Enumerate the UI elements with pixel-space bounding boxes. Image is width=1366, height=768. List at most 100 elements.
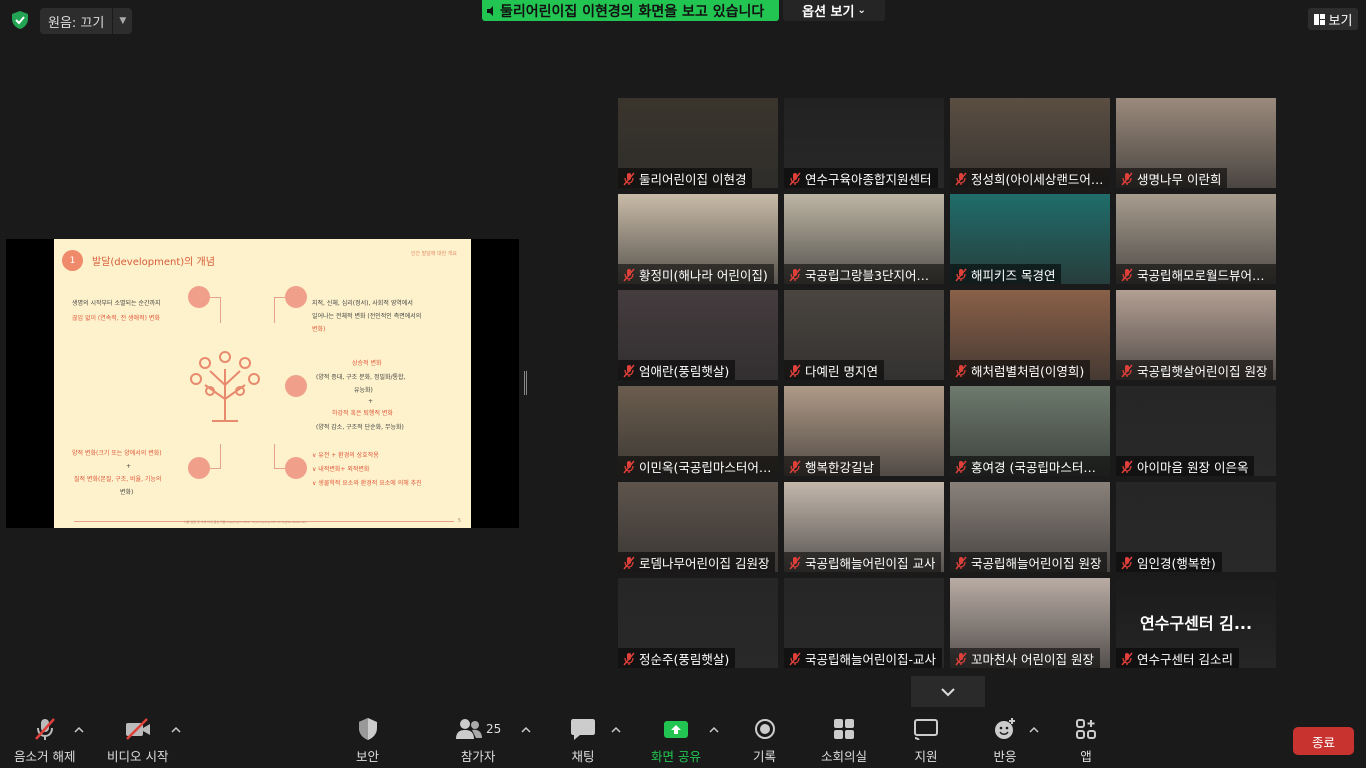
participant-tile[interactable]: 임인경(행복한): [1116, 482, 1276, 572]
slide-tag: 인간 발달에 대한 개요: [410, 251, 457, 257]
mic-muted-icon: [622, 363, 636, 378]
participant-namebar: 황정미(해나라 어린이집): [618, 264, 774, 284]
resize-handle[interactable]: [524, 371, 527, 395]
mic-muted-icon: [622, 555, 636, 570]
participant-namebar: 연수구센터 김소리: [1116, 648, 1239, 668]
participant-tile[interactable]: 엄애란(풍림햇살): [618, 290, 778, 380]
participant-tile[interactable]: 연수구육아종합지원센터: [784, 98, 944, 188]
mic-muted-icon: [954, 171, 968, 186]
apps-button[interactable]: 앱: [1075, 716, 1097, 765]
slide-text: 일어나는 전체적 변화 (전인적인 측면에서의: [312, 313, 422, 320]
chevron-down-icon[interactable]: ▼: [112, 8, 132, 34]
slide-text: 끊임 없이 (연속적, 전 생애적) 변화: [72, 315, 160, 322]
participant-tile[interactable]: 국공립해늘어린이집-교사: [784, 578, 944, 668]
participant-tile[interactable]: 해피키즈 목경연: [950, 194, 1110, 284]
view-options-button[interactable]: 옵션 보기 ⌄: [783, 0, 885, 21]
participant-namebar: 행복한강길남: [784, 456, 881, 476]
participant-tile[interactable]: 이민옥(국공립마스터어린이집): [618, 386, 778, 476]
mic-muted-icon: [788, 459, 802, 474]
participant-tile[interactable]: 정성희(아이세상랜드어린이집): [950, 98, 1110, 188]
view-layout-button[interactable]: 보기: [1308, 8, 1358, 30]
share-options-caret[interactable]: [709, 726, 719, 734]
camera-off-icon: [123, 716, 153, 742]
participant-name: 국공립해모로월드뷰어린이집: [1137, 267, 1270, 283]
slide-connector: [210, 297, 220, 298]
chat-icon: [570, 716, 596, 742]
participant-namebar: 국공립햇살어린이집 원장: [1116, 360, 1274, 380]
record-label: 기록: [753, 749, 777, 764]
participant-tile[interactable]: 황정미(해나라 어린이집): [618, 194, 778, 284]
unmute-button[interactable]: 음소거 해제: [14, 716, 75, 765]
chat-options-caret[interactable]: [611, 726, 621, 734]
participant-tile[interactable]: 아이마음 원장 이은옥: [1116, 386, 1276, 476]
slide-connector: [220, 297, 221, 323]
participant-tile[interactable]: 로뎀나무어린이집 김원장: [618, 482, 778, 572]
participant-tile[interactable]: 국공립해늘어린이집 원장: [950, 482, 1110, 572]
participant-name: 국공립해늘어린이집 원장: [971, 555, 1102, 571]
slide-text: 유능화): [354, 387, 373, 394]
participants-options-caret[interactable]: [521, 726, 531, 734]
participant-name: 로뎀나무어린이집 김원장: [639, 555, 770, 571]
participant-namebar: 국공립해늘어린이집 교사: [784, 552, 942, 572]
participant-namebar: 홍여경 (국공립마스터어린이집): [950, 456, 1110, 476]
mic-muted-icon: [788, 267, 802, 282]
end-meeting-button[interactable]: 종료: [1293, 727, 1354, 755]
breakout-rooms-icon: [833, 716, 855, 742]
support-label: 지원: [914, 749, 938, 764]
participant-count: 25: [486, 722, 502, 736]
original-sound-toggle[interactable]: 원음: 끄기 ▼: [40, 8, 133, 34]
slide-connector: [274, 297, 275, 323]
participants-button[interactable]: 25 참가자: [455, 716, 501, 765]
video-options-caret[interactable]: [171, 726, 181, 734]
presentation-slide: 1 발달(development)의 개념 인간 발달에 대한 개요 생명의 시…: [54, 239, 471, 528]
slide-text: +: [126, 463, 132, 470]
mic-muted-icon: [622, 267, 636, 282]
participant-tile[interactable]: 해처럼별처럼(이영희): [950, 290, 1110, 380]
slide-text: 지적, 신체, 심리(정서), 사회적 영역에서: [312, 300, 413, 307]
participant-name: 이민옥(국공립마스터어린이집): [639, 459, 772, 475]
support-button[interactable]: 지원: [913, 716, 939, 765]
breakout-rooms-button[interactable]: 소회의실: [821, 716, 867, 765]
slide-text: 상승적 변화: [352, 360, 382, 367]
participant-tile[interactable]: 국공립그랑블3단지어린이집: [784, 194, 944, 284]
chat-button[interactable]: 채팅: [570, 716, 596, 765]
mic-muted-icon: [788, 363, 802, 378]
participant-tile[interactable]: 국공립해모로월드뷰어린이집: [1116, 194, 1276, 284]
mic-muted-icon: [1120, 267, 1134, 282]
shared-screen[interactable]: 1 발달(development)의 개념 인간 발달에 대한 개요 생명의 시…: [6, 239, 519, 528]
participant-tile[interactable]: 둘리어린이집 이현경: [618, 98, 778, 188]
apps-label: 앱: [1080, 749, 1092, 764]
participant-namebar: 국공립해늘어린이집-교사: [784, 648, 943, 668]
participant-tile[interactable]: 생명나무 이란희: [1116, 98, 1276, 188]
encryption-shield-icon[interactable]: [10, 10, 30, 30]
participant-tile[interactable]: 꼬마천사 어린이집 원장: [950, 578, 1110, 668]
reactions-button[interactable]: 반응: [993, 716, 1017, 765]
participant-tile[interactable]: 행복한강길남: [784, 386, 944, 476]
participant-name: 연수구육아종합지원센터: [805, 171, 932, 187]
mic-muted-icon: [622, 651, 636, 666]
mic-muted-icon: [32, 716, 58, 742]
security-button[interactable]: 보안: [356, 716, 379, 765]
participant-namebar: 아이마음 원장 이은옥: [1116, 456, 1255, 476]
chevron-down-icon: ⌄: [857, 5, 866, 16]
participant-namebar: 생명나무 이란희: [1116, 168, 1228, 188]
participant-tile[interactable]: 다예린 명지연: [784, 290, 944, 380]
participant-tile[interactable]: 정순주(풍림햇살): [618, 578, 778, 668]
participant-name: 황정미(해나라 어린이집): [639, 267, 768, 283]
gallery-next-page-button[interactable]: [911, 676, 985, 707]
participant-namebar: 국공립해모로월드뷰어린이집: [1116, 264, 1276, 284]
participant-name: 홍여경 (국공립마스터어린이집): [971, 459, 1104, 475]
participant-namebar: 다예린 명지연: [784, 360, 884, 380]
mic-muted-icon: [954, 267, 968, 282]
share-screen-icon: [663, 716, 689, 742]
record-button[interactable]: 기록: [753, 716, 776, 765]
original-sound-label: 원음: 끄기: [48, 15, 105, 31]
reactions-options-caret[interactable]: [1029, 726, 1039, 734]
participant-tile[interactable]: 홍여경 (국공립마스터어린이집): [950, 386, 1110, 476]
participant-tile[interactable]: 국공립해늘어린이집 교사: [784, 482, 944, 572]
start-video-button[interactable]: 비디오 시작: [107, 716, 168, 765]
participant-tile[interactable]: 국공립햇살어린이집 원장: [1116, 290, 1276, 380]
share-screen-button[interactable]: 화면 공유: [651, 716, 701, 765]
audio-options-caret[interactable]: [74, 726, 84, 734]
participant-tile[interactable]: 연수구센터 김... 연수구센터 김소리: [1116, 578, 1276, 668]
